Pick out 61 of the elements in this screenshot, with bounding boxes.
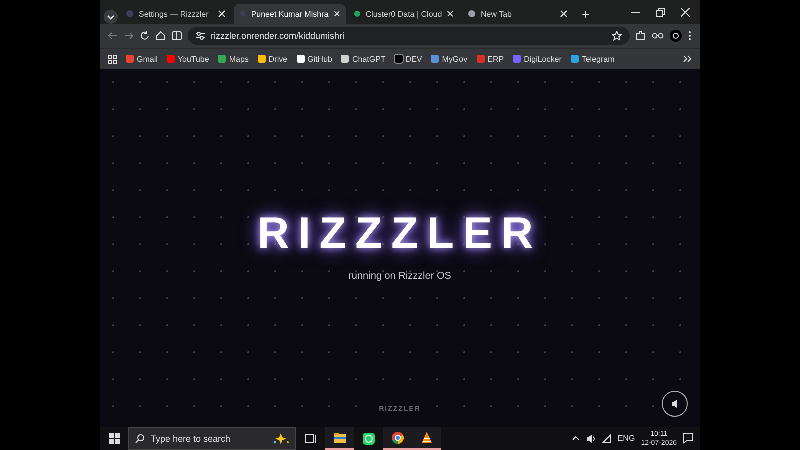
- site-icon: [126, 10, 134, 18]
- site-icon: [240, 10, 246, 18]
- bookmark[interactable]: DEV: [394, 54, 422, 64]
- task-view-icon[interactable]: [304, 434, 316, 444]
- chat-app-icon: [362, 432, 376, 446]
- bookmark[interactable]: Telegram: [570, 54, 615, 64]
- menu-icon[interactable]: [688, 31, 692, 41]
- site-icon: [468, 10, 476, 18]
- address-bar[interactable]: rizzzler.onrender.com/kiddumishri: [188, 27, 630, 45]
- taskbar-app[interactable]: [412, 427, 441, 450]
- sound-button[interactable]: [662, 391, 688, 417]
- star-icon[interactable]: [612, 31, 622, 41]
- taskbar-app[interactable]: [325, 427, 354, 450]
- close-icon[interactable]: [681, 8, 690, 16]
- network-icon[interactable]: [602, 434, 612, 444]
- home-icon[interactable]: [156, 31, 166, 41]
- speaker-icon: [671, 399, 679, 409]
- close-icon[interactable]: [334, 10, 340, 18]
- bookmark[interactable]: DigiLocker: [513, 54, 562, 64]
- chevron-up-icon[interactable]: [572, 435, 580, 442]
- folder-icon: [332, 430, 346, 444]
- sparkle-icon: [272, 432, 290, 445]
- subtitle: running on Rizzzler OS: [348, 271, 452, 282]
- search-field[interactable]: Type here to search: [128, 427, 296, 450]
- windows-icon[interactable]: [108, 433, 120, 444]
- browser-tab[interactable]: Settings — Rizzzler: [120, 4, 232, 24]
- restore-icon[interactable]: [656, 8, 665, 16]
- bookmark[interactable]: ERP: [476, 54, 504, 64]
- forward-icon[interactable]: [124, 31, 134, 41]
- bookmark[interactable]: MyGov: [431, 54, 468, 64]
- search-icon: [135, 434, 145, 444]
- bookmark[interactable]: ChatGPT: [341, 54, 386, 64]
- site-settings-icon[interactable]: [196, 31, 205, 41]
- tab-list-icon[interactable]: [104, 10, 118, 24]
- close-icon[interactable]: [560, 10, 568, 18]
- speaker-icon[interactable]: [586, 434, 596, 444]
- side-panel-icon[interactable]: [172, 31, 182, 41]
- cone-icon: [420, 430, 434, 444]
- bookmark[interactable]: Drive: [258, 54, 288, 64]
- reload-icon[interactable]: [140, 31, 150, 41]
- browser-icon: [390, 430, 404, 444]
- browser-tab[interactable]: Cluster0 Data | Cloud: [348, 4, 460, 24]
- bookmark[interactable]: Gmail: [126, 54, 158, 64]
- language-indicator[interactable]: ENG: [618, 434, 636, 443]
- logo-title: RIZZZLER: [258, 209, 542, 259]
- glasses-icon[interactable]: [652, 31, 664, 41]
- site-icon: [354, 10, 361, 18]
- close-icon[interactable]: [447, 10, 454, 18]
- browser-tab[interactable]: New Tab: [462, 4, 574, 24]
- bookmark[interactable]: YouTube: [166, 54, 210, 64]
- bookmark[interactable]: GitHub: [296, 54, 332, 64]
- bookmark[interactable]: Maps: [218, 54, 249, 64]
- apps-icon[interactable]: [108, 54, 117, 64]
- profile-icon[interactable]: [670, 30, 682, 42]
- new-tab-button[interactable]: +: [576, 4, 596, 24]
- close-icon[interactable]: [218, 10, 226, 18]
- notification-icon[interactable]: [683, 433, 694, 444]
- browser-tab[interactable]: Puneet Kumar Mishra: [234, 4, 346, 24]
- back-icon[interactable]: [108, 31, 118, 41]
- taskbar-app[interactable]: [383, 427, 412, 450]
- more-bookmarks-icon[interactable]: [683, 55, 692, 63]
